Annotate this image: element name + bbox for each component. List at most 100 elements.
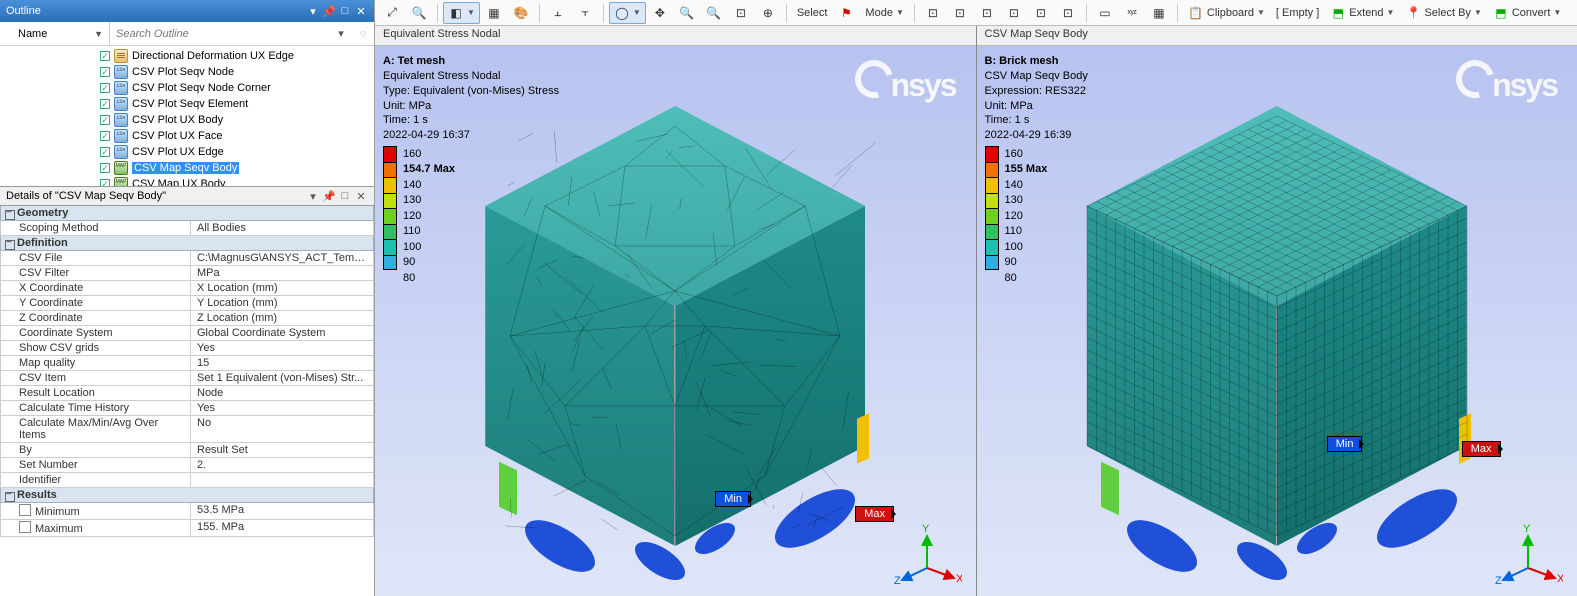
pin-icon[interactable]: 📌	[322, 4, 336, 18]
details-value[interactable]: Yes	[191, 401, 373, 415]
details-row[interactable]: Calculate Time History Yes	[0, 401, 374, 416]
details-value[interactable]: No	[191, 416, 373, 442]
dropdown-icon[interactable]: ▾	[306, 4, 320, 18]
sel-edge-button[interactable]: ⊡	[947, 2, 973, 24]
extend-button[interactable]: ⬒Extend▼	[1325, 2, 1399, 24]
clear-icon[interactable]: ◌	[352, 28, 374, 40]
close-icon[interactable]: ✕	[354, 189, 368, 203]
details-grid[interactable]: GeometryScoping Method All BodiesDefinit…	[0, 206, 374, 596]
fit-all-button[interactable]: ⊕	[755, 2, 781, 24]
outline-item[interactable]: CSV Plot UX Edge	[0, 144, 374, 160]
min-probe[interactable]: Min	[715, 491, 751, 507]
scene-right[interactable]: B: Brick meshCSV Map Seqv BodyExpression…	[977, 46, 1577, 596]
details-category[interactable]: Results	[0, 488, 374, 503]
zoom-box-button[interactable]: ⊡	[728, 2, 754, 24]
rotate-button[interactable]: ◯▼	[609, 2, 646, 24]
dropdown-icon[interactable]: ▾	[306, 189, 320, 203]
details-row[interactable]: Map quality 15	[0, 356, 374, 371]
mode-label[interactable]: Mode▼	[860, 2, 908, 24]
pan-button[interactable]: ✥	[647, 2, 673, 24]
details-row[interactable]: Z Coordinate Z Location (mm)	[0, 311, 374, 326]
details-value[interactable]: MPa	[191, 266, 373, 280]
outline-tree[interactable]: Directional Deformation UX Edge CSV Plot…	[0, 46, 374, 186]
details-value[interactable]: Yes	[191, 341, 373, 355]
scene-left[interactable]: A: Tet meshEquivalent Stress NodalType: …	[375, 46, 976, 596]
search-outline-input[interactable]	[110, 22, 330, 45]
result-body[interactable]: Min Max	[465, 106, 885, 566]
search-go-icon[interactable]: ▾	[330, 27, 352, 40]
sel-body-button[interactable]: ⊡	[1001, 2, 1027, 24]
convert-button[interactable]: ⬒Convert▼	[1488, 2, 1566, 24]
details-category[interactable]: Definition	[0, 236, 374, 251]
sel-node-button[interactable]: ⊡	[1028, 2, 1054, 24]
select-by-button[interactable]: 📍Select By▼	[1400, 2, 1486, 24]
close-icon[interactable]: ✕	[354, 4, 368, 18]
details-row[interactable]: By Result Set	[0, 443, 374, 458]
outline-item[interactable]: CSV Plot UX Body	[0, 112, 374, 128]
maximize-icon[interactable]: □	[338, 189, 352, 203]
details-row[interactable]: Result Location Node	[0, 386, 374, 401]
viewport-tab[interactable]: Equivalent Stress Nodal	[375, 26, 976, 46]
details-row[interactable]: Y Coordinate Y Location (mm)	[0, 296, 374, 311]
outline-item[interactable]: CSV Plot Seqv Node Corner	[0, 80, 374, 96]
outline-item[interactable]: CSV Plot UX Face	[0, 128, 374, 144]
axis-triad-wrap[interactable]: X Y Z	[892, 518, 962, 588]
result-body[interactable]: Min Max	[1067, 106, 1487, 566]
viewport-tab[interactable]: CSV Map Seqv Body	[977, 26, 1577, 46]
select-label[interactable]: Select	[792, 2, 833, 24]
details-row[interactable]: Scoping Method All Bodies	[0, 221, 374, 236]
clipboard-button[interactable]: 📋Clipboard▼	[1183, 2, 1270, 24]
empty-label[interactable]: [ Empty ]	[1271, 2, 1324, 24]
wireframe-button[interactable]: ▦	[481, 2, 507, 24]
details-value[interactable]: Set 1 Equivalent (von-Mises) Str...	[191, 371, 373, 385]
details-value[interactable]: 2.	[191, 458, 373, 472]
details-row[interactable]: CSV Item Set 1 Equivalent (von-Mises) St…	[0, 371, 374, 386]
details-row[interactable]: X Coordinate X Location (mm)	[0, 281, 374, 296]
explode-h-button[interactable]: ⫠	[545, 2, 571, 24]
random-color-button[interactable]: 🎨	[508, 2, 534, 24]
sel-vertex-button[interactable]: ⊡	[920, 2, 946, 24]
details-row[interactable]: Identifier	[0, 473, 374, 488]
sel-mesh-button[interactable]: ▦	[1146, 2, 1172, 24]
sel-coord-button[interactable]: xyz	[1119, 2, 1145, 24]
details-value[interactable]: X Location (mm)	[191, 281, 373, 295]
max-probe[interactable]: Max	[1462, 441, 1501, 457]
details-category[interactable]: Geometry	[0, 206, 374, 221]
outline-item[interactable]: CSV Map Seqv Body	[0, 160, 374, 176]
outline-item[interactable]: CSV Plot Seqv Element	[0, 96, 374, 112]
mode-flag-button[interactable]: ⚑	[833, 2, 859, 24]
zoom-button[interactable]: 🔍	[406, 2, 432, 24]
maximize-icon[interactable]: □	[338, 4, 352, 18]
details-row[interactable]: Coordinate System Global Coordinate Syst…	[0, 326, 374, 341]
explode-v-button[interactable]: ⫟	[572, 2, 598, 24]
zoom-fit-button[interactable]: ⤢	[379, 2, 405, 24]
sel-face-button[interactable]: ⊡	[974, 2, 1000, 24]
outline-item[interactable]: CSV Map UX Body	[0, 176, 374, 186]
axis-triad-wrap[interactable]: X Y Z	[1493, 518, 1563, 588]
pin-icon[interactable]: 📌	[322, 189, 336, 203]
details-value[interactable]: All Bodies	[191, 221, 373, 235]
details-value[interactable]: Node	[191, 386, 373, 400]
details-row[interactable]: Calculate Max/Min/Avg Over Items No	[0, 416, 374, 443]
details-value[interactable]: C:\MagnusG\ANSYS_ACT_Temp\...	[191, 251, 373, 265]
details-row[interactable]: Set Number 2.	[0, 458, 374, 473]
details-row[interactable]: Minimum 53.5 MPa	[0, 503, 374, 520]
details-row[interactable]: CSV Filter MPa	[0, 266, 374, 281]
min-probe[interactable]: Min	[1327, 436, 1363, 452]
sel-element-button[interactable]: ⊡	[1055, 2, 1081, 24]
details-row[interactable]: CSV File C:\MagnusG\ANSYS_ACT_Temp\...	[0, 251, 374, 266]
details-value[interactable]: Global Coordinate System	[191, 326, 373, 340]
details-value[interactable]: 53.5 MPa	[191, 503, 373, 519]
zoom-in-button[interactable]: 🔍	[674, 2, 700, 24]
shaded-button[interactable]: ◧▼	[443, 2, 480, 24]
sel-all-button[interactable]: ▭	[1092, 2, 1118, 24]
zoom-out-button[interactable]: 🔍	[701, 2, 727, 24]
details-value[interactable]: 155. MPa	[191, 520, 373, 536]
details-value[interactable]: Y Location (mm)	[191, 296, 373, 310]
details-value[interactable]: Result Set	[191, 443, 373, 457]
outline-item[interactable]: CSV Plot Seqv Node	[0, 64, 374, 80]
outline-item[interactable]: Directional Deformation UX Edge	[0, 48, 374, 64]
max-probe[interactable]: Max	[855, 506, 894, 522]
details-value[interactable]	[191, 473, 373, 487]
details-row[interactable]: Maximum 155. MPa	[0, 520, 374, 537]
